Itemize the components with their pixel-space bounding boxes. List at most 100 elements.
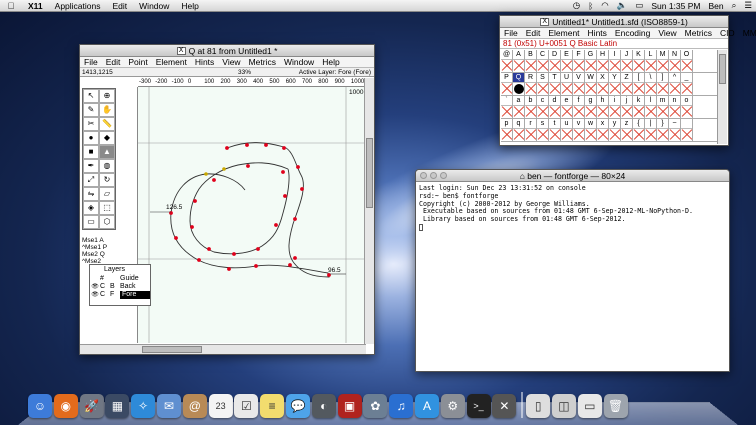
terminal-titlebar[interactable]: ⌂ ben — fontforge — 80×24 (416, 170, 729, 182)
glyph-cell[interactable]: C (537, 50, 549, 72)
glyph-outer-contour[interactable] (170, 142, 330, 278)
font-vertical-scrollbar[interactable] (717, 50, 727, 144)
preview-doc-icon[interactable]: ◫ (551, 394, 576, 418)
font-menu-edit[interactable]: Edit (522, 28, 545, 38)
font-window-titlebar[interactable]: X Untitled1* Untitled1.sfd (ISO8859-1) (500, 16, 728, 28)
scroll-hand-tool-icon[interactable]: ✋ (99, 103, 115, 117)
layer-name[interactable]: Back (120, 283, 150, 291)
rotate-tool-icon[interactable]: ↻ (99, 173, 115, 187)
font-menu-file[interactable]: File (500, 28, 522, 38)
trash-icon[interactable]: 🗑 (603, 394, 628, 418)
glyph-cell[interactable]: E (561, 50, 573, 72)
glyph-cell[interactable]: [ (633, 73, 645, 95)
glyph-cell[interactable]: k (633, 96, 645, 118)
font-menu-metrics[interactable]: Metrics (681, 28, 716, 38)
apple-menu-icon[interactable]:  (0, 1, 22, 11)
glyph-cell[interactable]: \ (645, 73, 657, 95)
scroll-thumb[interactable] (142, 346, 202, 353)
glyph-outline-svg[interactable]: 126.5 96.5 1000 (138, 87, 365, 343)
ruler-tool-icon[interactable]: 📏 (99, 117, 115, 131)
glyph-cell[interactable]: Z (621, 73, 633, 95)
glyph-cell[interactable]: ^ (669, 73, 681, 95)
glyph-menu-hints[interactable]: Hints (191, 57, 218, 67)
glyph-cell[interactable]: ~ (669, 119, 681, 141)
glyph-menu-file[interactable]: File (80, 57, 102, 67)
glyph-inner-contour[interactable] (189, 162, 290, 255)
glyph-cell[interactable]: Q (513, 73, 525, 95)
glyph-cell[interactable]: o (681, 96, 693, 118)
glyph-cell[interactable]: N (669, 50, 681, 72)
x11-close-icon[interactable]: X (176, 46, 186, 55)
glyph-cell[interactable]: d (549, 96, 561, 118)
glyph-canvas[interactable]: 126.5 96.5 1000 (138, 87, 365, 343)
mail-icon[interactable]: ✉ (156, 394, 181, 418)
calendar-icon[interactable]: 23 (208, 394, 233, 418)
clock[interactable]: Sun 1:35 PM (647, 1, 704, 11)
glyph-cell[interactable]: n (669, 96, 681, 118)
notes-icon[interactable]: ≡ (260, 394, 285, 418)
glyph-cell[interactable]: { (633, 119, 645, 141)
user-name[interactable]: Ben (704, 1, 727, 11)
firefox-icon[interactable]: ◉ (53, 394, 78, 418)
magnify-tool-icon[interactable]: ⊕ (99, 89, 115, 103)
glyph-menu-element[interactable]: Element (152, 57, 191, 67)
polygon-tool-icon[interactable]: ⬡ (99, 215, 115, 229)
glyph-cell[interactable]: W (585, 73, 597, 95)
finder-icon[interactable]: ☺ (28, 394, 52, 418)
glyph-cell[interactable]: a (513, 96, 525, 118)
iphoto-icon[interactable]: ✿ (363, 394, 388, 418)
layer-row-guide[interactable]: # Guide (90, 275, 150, 283)
3d-rotate-tool-icon[interactable]: ◈ (83, 201, 99, 215)
notification-center-icon[interactable]: ☰ (740, 0, 756, 11)
glyph-window-titlebar[interactable]: X Q at 81 from Untitled1 * (80, 45, 374, 57)
glyph-cell[interactable]: J (621, 50, 633, 72)
rectangle-tool-icon[interactable]: ▭ (83, 215, 99, 229)
reminders-icon[interactable]: ☑ (234, 394, 259, 418)
glyph-cell[interactable]: K (633, 50, 645, 72)
facetime-icon[interactable]: ◐ (311, 394, 336, 418)
layer-eye-icon[interactable]: 👁 (90, 291, 100, 299)
glyph-cell[interactable]: v (573, 119, 585, 141)
glyph-cell[interactable]: B (525, 50, 537, 72)
glyph-cell[interactable]: R (525, 73, 537, 95)
glyph-cell[interactable]: | (645, 119, 657, 141)
glyph-cell[interactable]: O (681, 50, 693, 72)
mission-control-icon[interactable]: ▦ (105, 394, 130, 418)
glyph-cell[interactable]: t (549, 119, 561, 141)
glyph-cell[interactable]: c (537, 96, 549, 118)
glyph-menu-view[interactable]: View (218, 57, 244, 67)
glyph-cell[interactable]: b (525, 96, 537, 118)
freehand-tool-icon[interactable]: ✎ (83, 103, 99, 117)
zoom-button[interactable] (440, 172, 447, 179)
bluetooth-icon[interactable]: ᛒ (584, 1, 597, 11)
menu-edit[interactable]: Edit (107, 1, 134, 11)
pen-tool-icon[interactable]: ✒ (83, 159, 99, 173)
glyph-cell[interactable]: P (501, 73, 513, 95)
glyph-cell[interactable]: l (645, 96, 657, 118)
glyph-cell[interactable]: z (621, 119, 633, 141)
font-menu-element[interactable]: Element (544, 28, 583, 38)
flip-tool-icon[interactable]: ⇋ (83, 187, 99, 201)
layer-eye-icon[interactable] (90, 275, 100, 283)
photo-booth-icon[interactable]: ▣ (337, 394, 362, 418)
glyph-cell[interactable]: } (657, 119, 669, 141)
glyph-cell[interactable]: U (561, 73, 573, 95)
glyph-cell[interactable]: m (657, 96, 669, 118)
glyph-cell[interactable]: y (609, 119, 621, 141)
scroll-thumb[interactable] (719, 54, 726, 84)
scroll-thumb[interactable] (366, 138, 373, 208)
glyph-cell[interactable]: D (549, 50, 561, 72)
corner-point-tool-icon[interactable]: ■ (83, 145, 99, 159)
layer-eye-icon[interactable]: 👁 (90, 283, 100, 291)
glyph-cell[interactable]: F (573, 50, 585, 72)
layer-row-fore[interactable]: 👁 C F Fore (90, 291, 150, 299)
close-button[interactable] (420, 172, 427, 179)
glyph-cell[interactable]: f (573, 96, 585, 118)
glyph-cell[interactable]: x (597, 119, 609, 141)
glyph-cell[interactable]: ] (657, 73, 669, 95)
glyph-cell[interactable]: @ (501, 50, 513, 72)
layer-row-back[interactable]: 👁 C B Back (90, 283, 150, 291)
safari-icon[interactable]: ✧ (131, 394, 156, 418)
launchpad-icon[interactable]: 🚀 (79, 394, 104, 418)
battery-icon[interactable]: ▭ (631, 0, 647, 11)
